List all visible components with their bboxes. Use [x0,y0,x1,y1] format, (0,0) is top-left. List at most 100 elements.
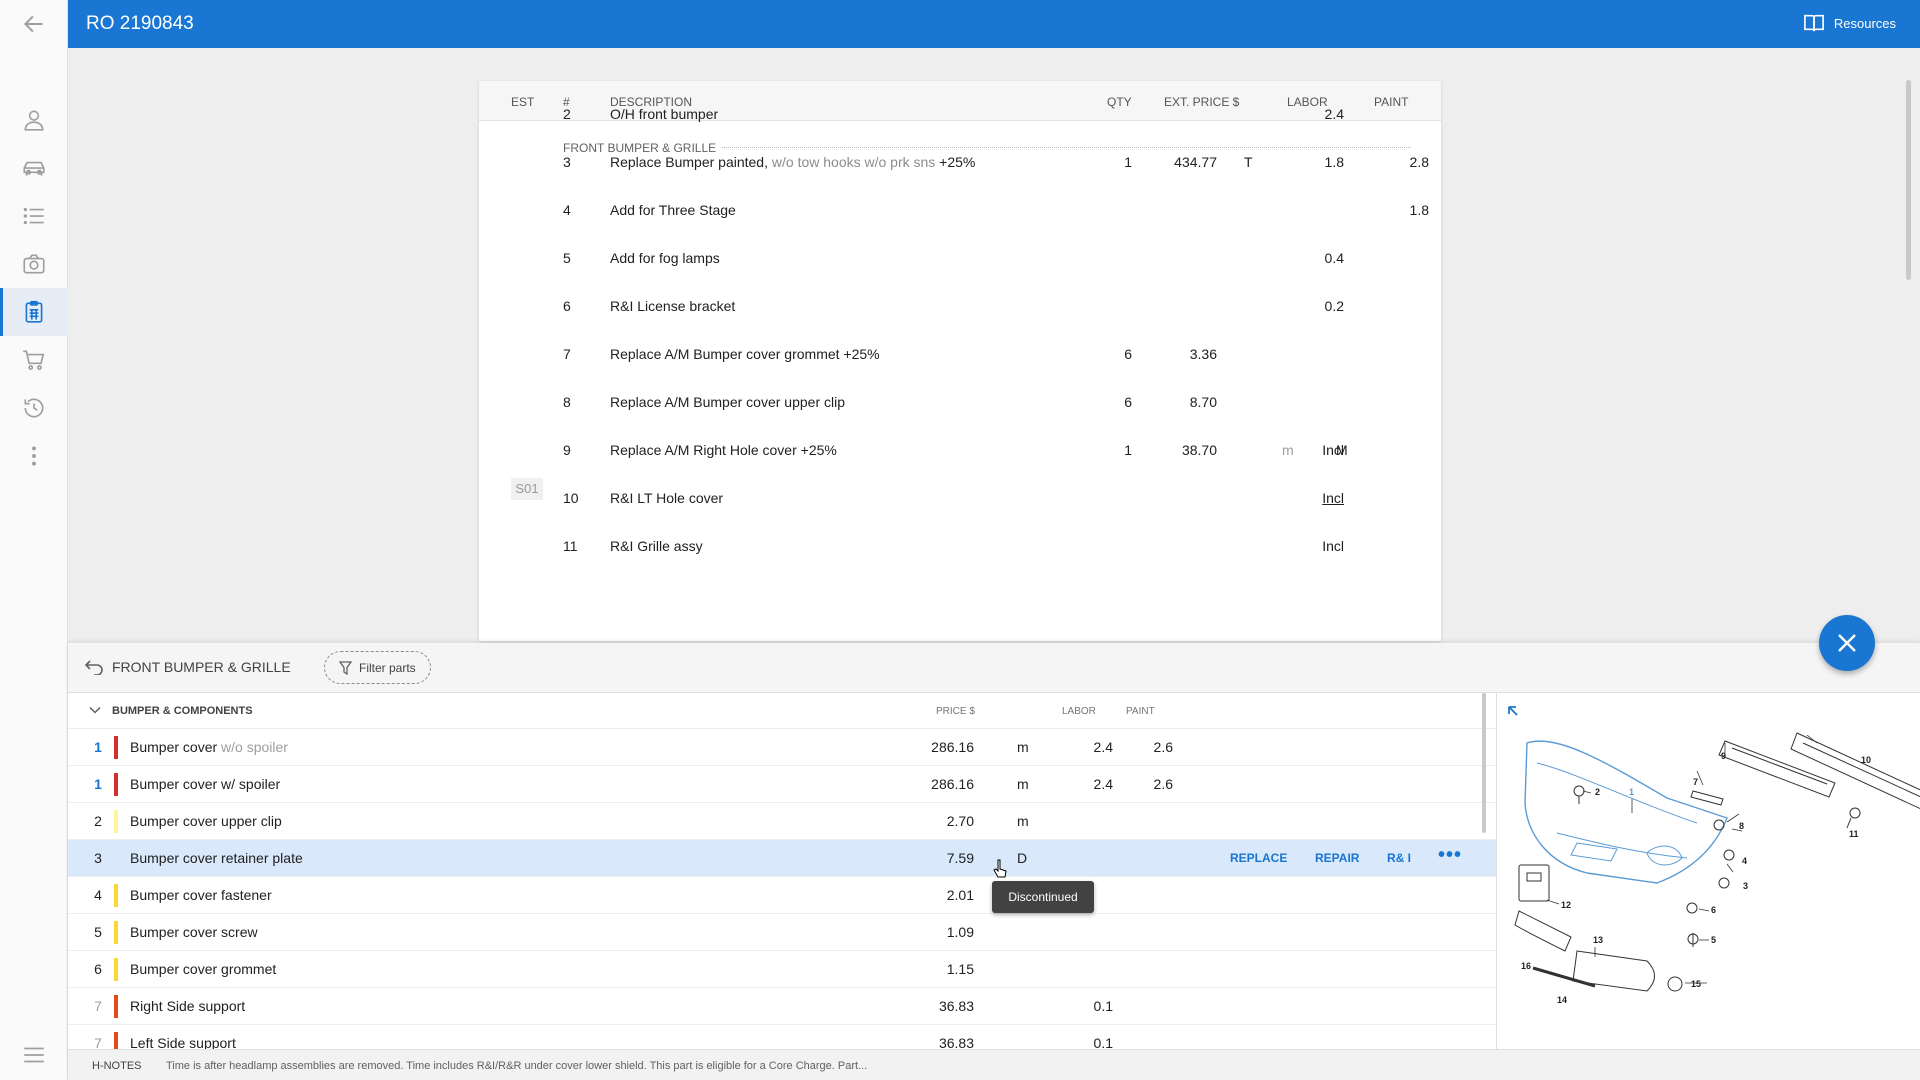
parts-panel-header: FRONT BUMPER & GRILLE Filter parts [68,643,1920,693]
estimate-row[interactable]: 3 Replace Bumper painted, w/o tow hooks w… [479,147,1441,195]
diagram-callout-10: 10 [1861,755,1871,765]
part-row[interactable]: 7 Right Side support 36.83 0.1 [68,988,1496,1025]
estimate-row[interactable]: 4 Add for Three Stage 1.8 [479,195,1441,243]
estimate-table: EST # DESCRIPTION QTY EXT. PRICE $ LABOR… [479,81,1441,641]
part-name: Bumper cover retainer plate [130,850,303,866]
part-row[interactable]: 5 Bumper cover screw 1.09 [68,914,1496,951]
line-description: Replace A/M Bumper cover grommet +25% [610,346,880,362]
line-qty: 1 [1124,442,1132,458]
car-icon[interactable] [0,144,68,192]
person-icon[interactable] [0,96,68,144]
history-icon[interactable] [0,384,68,432]
cart-icon[interactable] [0,336,68,384]
line-description: R&I Grille assy [610,538,703,554]
parts-scrollbar[interactable] [1482,693,1486,833]
estimate-row[interactable]: 6 R&I License bracket 0.2 [479,291,1441,339]
line-description: R&I License bracket [610,298,736,314]
parts-group-header[interactable]: BUMPER & COMPONENTS PRICE $ LABOR PAINT [68,693,1496,729]
part-ref-number: 7 [94,998,102,1014]
line-ext-price: 8.70 [1189,394,1217,410]
line-qty: 1 [1124,154,1132,170]
part-row[interactable]: 2 Bumper cover upper clip 2.70 m [68,803,1496,840]
diagram-callout-8: 8 [1739,821,1744,831]
estimate-row[interactable]: S01 10 R&I LT Hole cover Incl [479,478,1441,531]
line-ext-price: 38.70 [1181,442,1217,458]
estimate-row[interactable]: 7 Replace A/M Bumper cover grommet +25% 6 3… [479,339,1441,387]
ri-button[interactable]: R& I [1387,851,1411,865]
line-ext-price: 434.77 [1174,154,1217,170]
sidebar-nav [0,0,68,1080]
part-row[interactable]: 1 Bumper cover w/o spoiler 286.16 m 2.4 2.6 [68,729,1496,766]
part-name: Bumper cover screw [130,924,258,940]
camera-icon[interactable] [0,240,68,288]
estimate-row[interactable]: 8 Replace A/M Bumper cover upper clip 6 8.7… [479,387,1441,435]
diagram-callout-2: 2 [1595,787,1600,797]
line-labor: Incl [1322,538,1344,554]
line-description: R&I LT Hole cover [610,490,724,506]
parts-diagram[interactable]: 1 2 3 4 5 6 7 8 9 10 11 12 13 14 15 16 [1496,693,1920,1049]
part-row[interactable]: 3 Bumper cover retainer plate 7.59 D REPLACE… [68,840,1496,877]
undo-arrow-icon [84,660,103,675]
estimate-row[interactable]: 9 Replace A/M Right Hole cover +25% 1 38.70… [479,435,1441,483]
list-icon[interactable] [0,192,68,240]
part-row[interactable]: 4 Bumper cover fastener 2.01 [68,877,1496,914]
part-name: Left Side support [130,1035,236,1049]
resources-label: Resources [1833,15,1896,31]
filter-parts-button[interactable]: Filter parts [324,651,431,684]
line-number: 3 [563,154,571,170]
chevron-down-icon[interactable] [89,704,101,716]
more-horizontal-icon[interactable]: ••• [1438,844,1462,867]
part-status-bar [114,773,118,796]
estimate-row[interactable]: 11 R&I Grille assy Incl [479,531,1441,579]
replace-button[interactable]: REPLACE [1230,851,1287,865]
part-price: 286.16 [931,776,974,792]
part-row[interactable]: 1 Bumper cover w/ spoiler 286.16 m 2.4 2.6 [68,766,1496,803]
estimate-row[interactable]: 2 O/H front bumper 2.4 [479,99,1441,147]
estimate-row[interactable]: 5 Add for fog lamps 0.4 [479,243,1441,291]
bumper-cover-shape [1524,740,1728,884]
diagram-callout-5: 5 [1711,935,1716,945]
part-row[interactable]: 6 Bumper cover grommet 1.15 [68,951,1496,988]
diagram-callout-14: 14 [1557,995,1567,1005]
part-paint: 2.6 [1153,739,1173,755]
part-type[interactable]: D [1017,850,1027,866]
filter-parts-label: Filter parts [359,660,416,675]
part-name: Bumper cover w/ spoiler [130,776,281,792]
line-paint: 2.8 [1409,154,1429,170]
diagram-callout-13: 13 [1593,935,1603,945]
diagram-callout-15: 15 [1691,979,1701,989]
line-labor[interactable]: Incl [1294,490,1344,506]
line-qty: 6 [1124,394,1132,410]
resources-button[interactable]: Resources [1803,13,1896,33]
top-app-bar: RO 2190843 Resources [68,0,1920,48]
diagram-callout-12: 12 [1561,900,1571,910]
more-vertical-icon[interactable] [0,432,68,480]
main-scrollbar[interactable] [1906,80,1911,280]
part-type: m [1017,776,1029,792]
col-labor: LABOR [1062,706,1096,717]
h-notes-label: H-NOTES [92,1060,142,1072]
part-status-bar [114,921,118,944]
menu-icon[interactable] [0,1031,68,1079]
part-paint: 2.6 [1153,776,1173,792]
line-labor: 0.2 [1324,298,1344,314]
clipboard-icon[interactable] [0,288,68,336]
diagram-callout-6: 6 [1711,905,1716,915]
part-status-bar [114,958,118,981]
line-paint: 1.8 [1409,202,1429,218]
part-type: m [1017,739,1029,755]
labor-suffix: M [1336,442,1348,458]
h-notes-bar: H-NOTES Time is after headlamp assemblie… [68,1049,1920,1080]
part-price: 36.83 [938,998,974,1014]
close-panel-button[interactable] [1819,615,1875,671]
line-description: Add for Three Stage [610,202,736,218]
back-to-section-button[interactable]: FRONT BUMPER & GRILLE [84,659,291,675]
part-price: 7.59 [946,850,974,866]
back-arrow-icon[interactable] [0,0,68,48]
book-icon [1803,14,1824,32]
line-number: 4 [563,202,571,218]
filter-icon [339,660,352,675]
line-number: 9 [563,442,571,458]
part-row[interactable]: 7 Left Side support 36.83 0.1 [68,1025,1496,1049]
repair-button[interactable]: REPAIR [1315,851,1359,865]
